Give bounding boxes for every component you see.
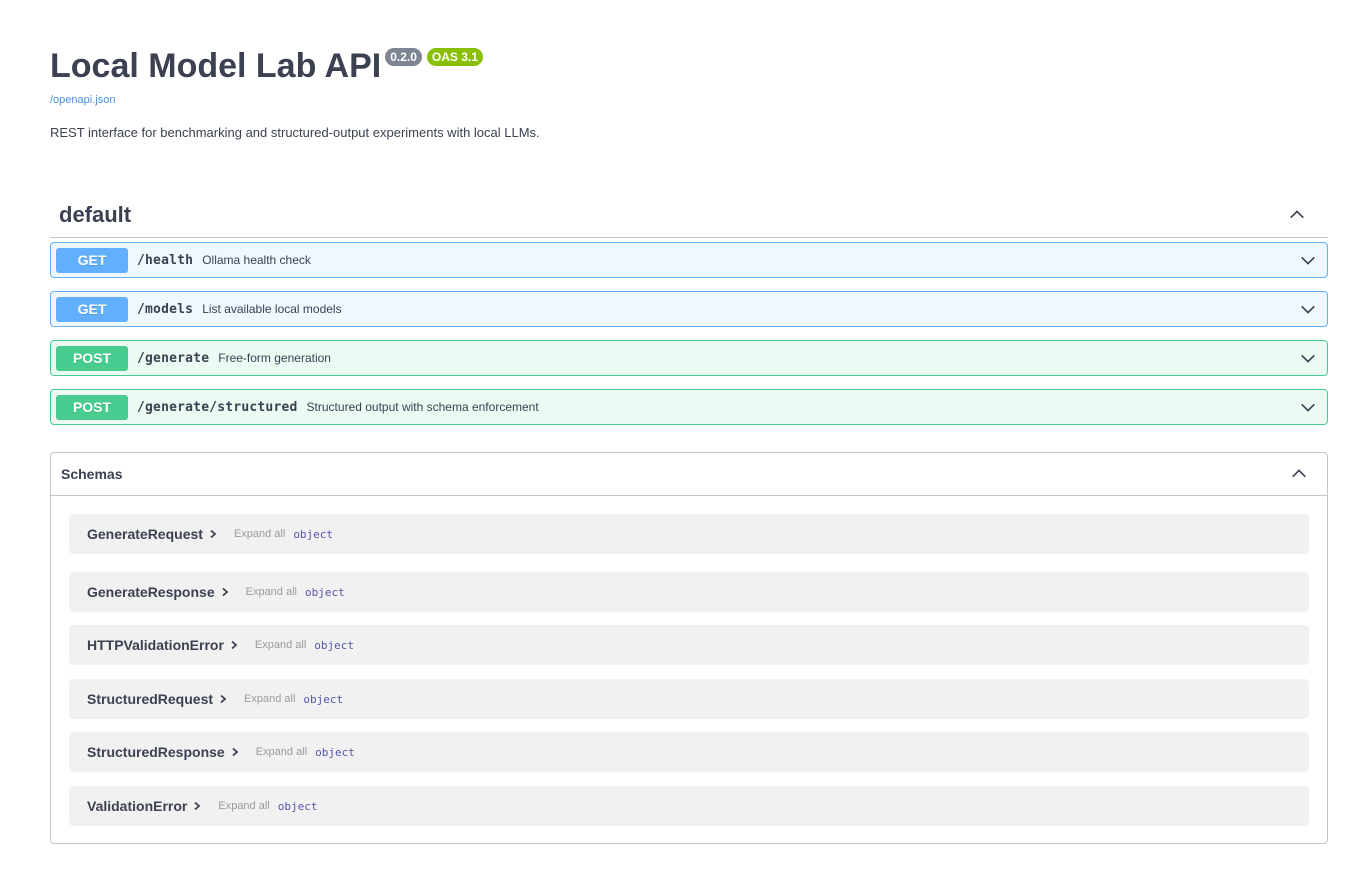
schema-type: object [277,799,318,813]
operation-summary: Ollama health check [202,253,311,267]
schema-type: object [315,745,355,759]
operation-path: /health [137,252,194,268]
operation-path: /models [137,301,194,317]
operation-get-models[interactable]: GET /models List available local models [50,291,1328,327]
schema-list: GenerateRequest Expand all object Genera… [51,496,1327,826]
schema-name[interactable]: StructuredResponse [87,744,225,760]
expand-all-link[interactable]: Expand all [256,746,307,758]
schema-name[interactable]: GenerateRequest [87,526,203,542]
title-row: Local Model Lab API 0.2.0 OAS 3.1 [50,46,1328,86]
schema-name[interactable]: HTTPValidationError [87,637,224,653]
schema-name[interactable]: ValidationError [87,798,187,814]
chevron-right-icon[interactable] [228,639,240,651]
schema-type: object [293,527,334,541]
tag-section-default: default GET /health Ollama health check … [50,192,1328,425]
expand-all-link[interactable]: Expand all [255,639,306,651]
version-badge: 0.2.0 [385,48,422,66]
method-badge: POST [56,345,128,371]
api-description: REST interface for benchmarking and stru… [50,125,540,140]
operation-post-generate[interactable]: POST /generate Free-form generation [50,340,1328,376]
schema-item-generateresponse[interactable]: GenerateResponse Expand all object [69,572,1309,612]
operations-list: GET /health Ollama health check GET /mod… [50,238,1328,425]
chevron-down-icon[interactable] [1299,251,1317,269]
tag-header-default[interactable]: default [50,192,1328,238]
schema-type: object [304,585,345,599]
chevron-right-icon[interactable] [229,746,241,758]
swagger-ui: Local Model Lab API 0.2.0 OAS 3.1 /opena… [50,0,1328,844]
schema-item-httpvalidationerror[interactable]: HTTPValidationError Expand all object [69,625,1309,665]
method-badge: GET [56,247,128,273]
expand-all-link[interactable]: Expand all [246,586,297,598]
chevron-down-icon[interactable] [1299,349,1317,367]
schema-type: object [314,638,355,652]
operation-path: /generate [137,350,210,366]
chevron-right-icon[interactable] [217,693,229,705]
operation-get-health[interactable]: GET /health Ollama health check [50,242,1328,278]
tag-name: default [59,201,132,227]
chevron-up-icon[interactable] [1290,465,1308,483]
chevron-right-icon[interactable] [219,586,231,598]
oas-badge: OAS 3.1 [426,48,483,66]
chevron-down-icon[interactable] [1299,300,1317,318]
schema-item-generaterequest[interactable]: GenerateRequest Expand all object [69,514,1309,554]
expand-all-link[interactable]: Expand all [218,800,269,812]
operation-path: /generate/structured [137,399,298,415]
schema-name[interactable]: GenerateResponse [87,584,215,600]
chevron-right-icon[interactable] [191,800,203,812]
expand-all-link[interactable]: Expand all [234,528,285,540]
openapi-json-link[interactable]: /openapi.json [50,93,1328,107]
method-badge: GET [56,296,128,322]
operation-summary: Structured output with schema enforcemen… [306,400,539,414]
operation-summary: List available local models [202,302,342,316]
schema-item-structuredresponse[interactable]: StructuredResponse Expand all object [69,732,1309,772]
schema-item-structuredrequest[interactable]: StructuredRequest Expand all object [69,679,1309,719]
chevron-up-icon[interactable] [1288,206,1306,224]
schema-item-validationerror[interactable]: ValidationError Expand all object [69,786,1309,826]
method-badge: POST [56,394,128,420]
operation-summary: Free-form generation [218,351,331,365]
expand-all-link[interactable]: Expand all [244,693,295,705]
schema-type: object [303,692,344,706]
api-info: Local Model Lab API 0.2.0 OAS 3.1 /opena… [50,0,1328,142]
schemas-header[interactable]: Schemas [51,453,1327,496]
api-title: Local Model Lab API [50,47,382,85]
operation-post-generate-structured[interactable]: POST /generate/structured Structured out… [50,389,1328,425]
chevron-right-icon[interactable] [207,528,219,540]
schema-name[interactable]: StructuredRequest [87,691,213,707]
schemas-title: Schemas [61,466,123,482]
chevron-down-icon[interactable] [1299,398,1317,416]
schemas-section: Schemas GenerateRequest Expand all objec… [50,452,1328,844]
